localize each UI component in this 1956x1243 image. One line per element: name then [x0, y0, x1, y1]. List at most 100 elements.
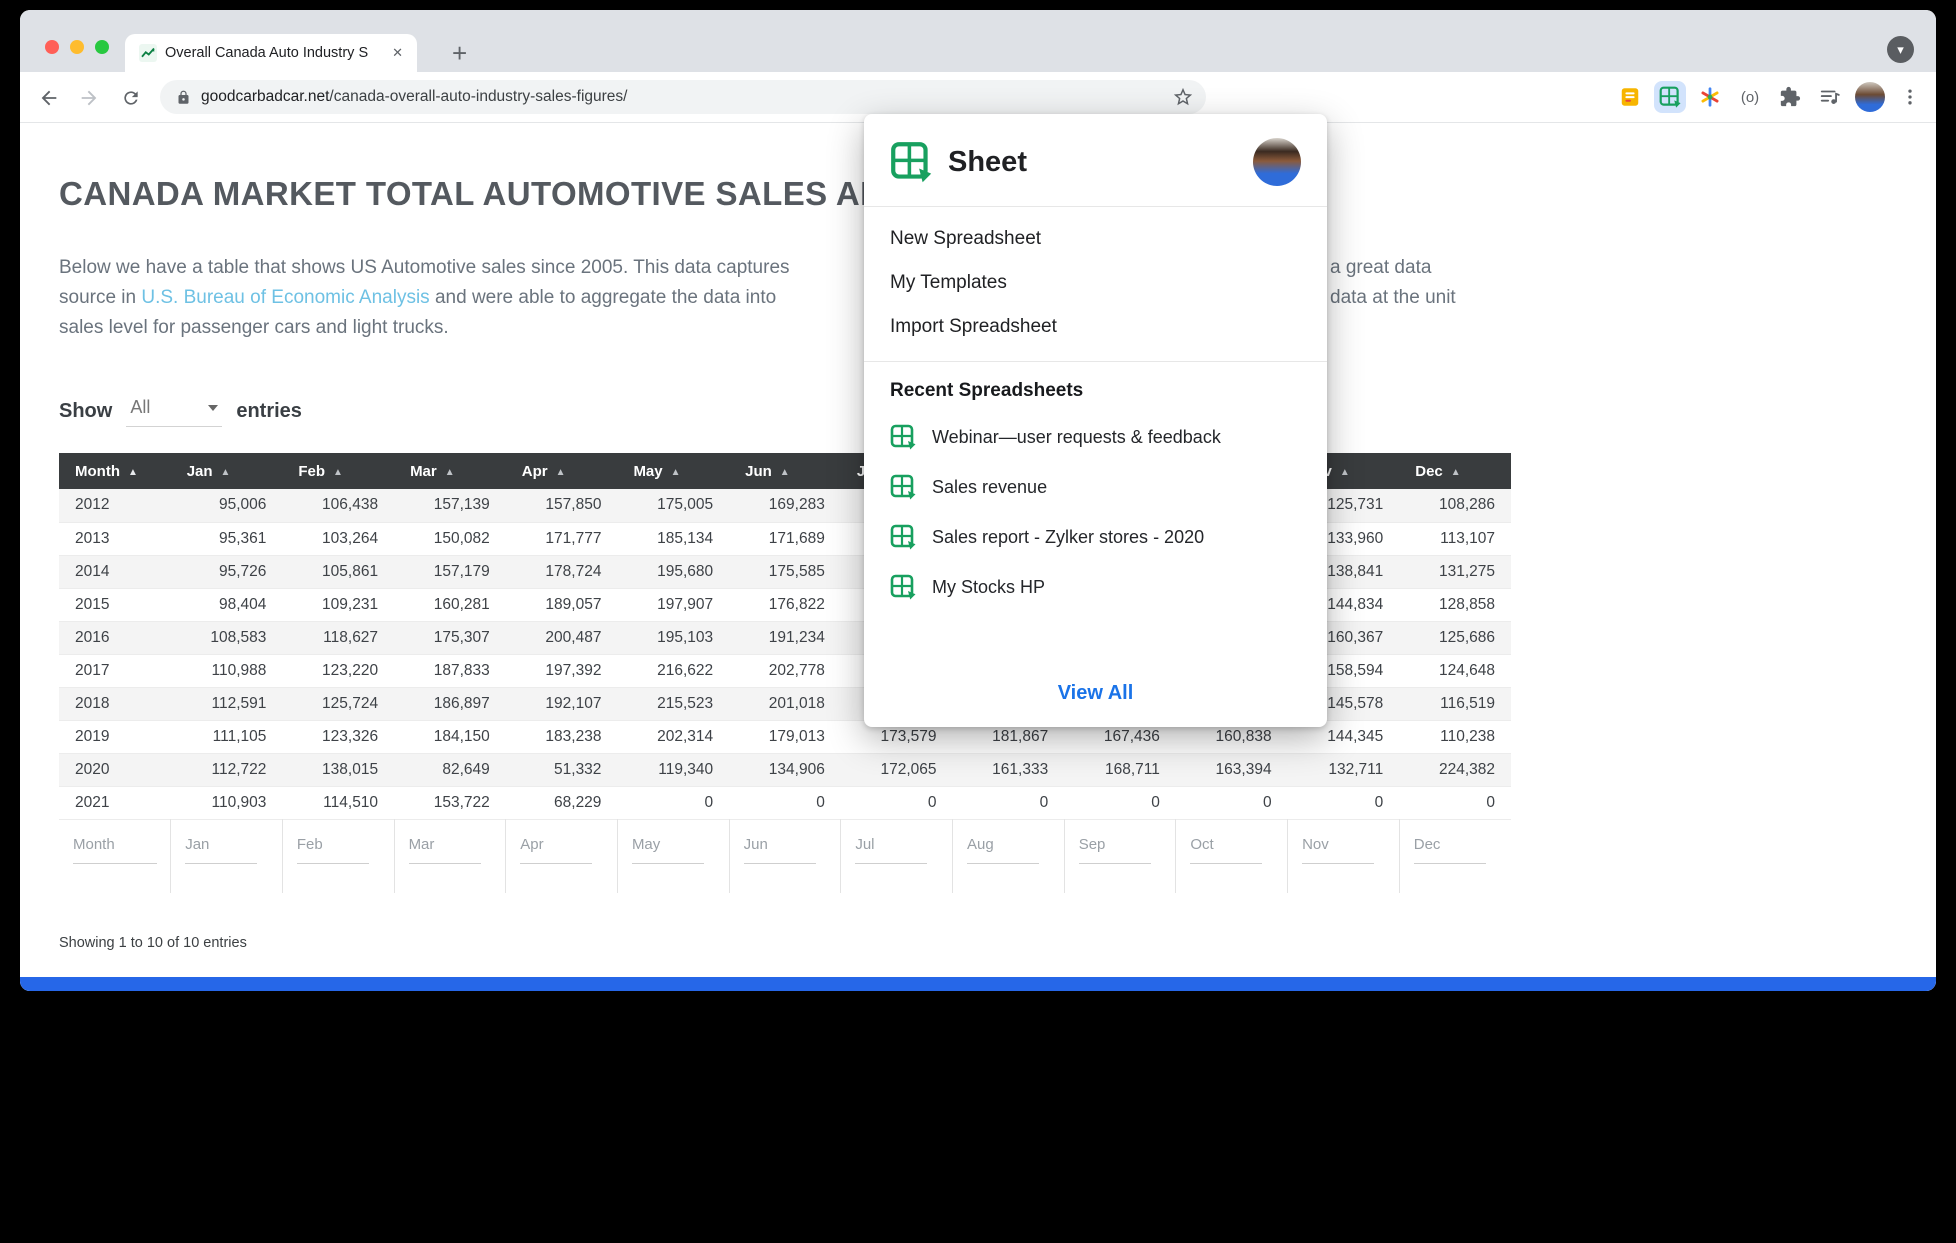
- cell-value: 112,591: [171, 687, 283, 720]
- menu-item-my-templates[interactable]: My Templates: [864, 261, 1327, 305]
- extension-sheet-button[interactable]: [1654, 81, 1686, 113]
- browser-menu-button[interactable]: [1894, 81, 1926, 113]
- zoom-window-button[interactable]: [95, 40, 109, 54]
- sort-asc-icon: ▲: [556, 467, 566, 478]
- filter-input-feb[interactable]: [297, 834, 369, 864]
- filter-cell: [171, 819, 283, 893]
- cell-value: 202,778: [729, 654, 841, 687]
- cell-value: 0: [1176, 786, 1288, 819]
- sort-asc-icon: ▲: [1451, 467, 1461, 478]
- filter-input-oct[interactable]: [1190, 834, 1262, 864]
- sort-asc-icon: ▲: [445, 467, 455, 478]
- browser-tab[interactable]: Overall Canada Auto Industry S ✕: [125, 34, 417, 72]
- menu-item-import-spreadsheet[interactable]: Import Spreadsheet: [864, 305, 1327, 349]
- recent-spreadsheet-item[interactable]: My Stocks HP: [890, 562, 1301, 612]
- filter-cell: [1399, 819, 1511, 893]
- address-bar[interactable]: goodcarbadcar.net/canada-overall-auto-in…: [160, 80, 1206, 114]
- length-select-value: All: [130, 397, 150, 418]
- sheet-file-icon: [890, 524, 916, 550]
- recent-spreadsheet-item[interactable]: Sales revenue: [890, 462, 1301, 512]
- filter-input-jun[interactable]: [744, 834, 816, 864]
- column-header-month[interactable]: Month▲: [59, 453, 171, 489]
- view-all-link[interactable]: View All: [864, 668, 1327, 727]
- cell-value: 110,903: [171, 786, 283, 819]
- cell-value: 200,487: [506, 621, 618, 654]
- cell-value: 216,622: [617, 654, 729, 687]
- cell-value: 187,833: [394, 654, 506, 687]
- filter-input-aug[interactable]: [967, 834, 1039, 864]
- bookmark-star-button[interactable]: [1172, 86, 1194, 113]
- cell-value: 0: [1288, 786, 1400, 819]
- recent-spreadsheets-list: Webinar—user requests & feedbackSales re…: [890, 412, 1301, 612]
- media-playlist-button[interactable]: [1814, 81, 1846, 113]
- filter-input-may[interactable]: [632, 834, 704, 864]
- column-header-jan[interactable]: Jan▲: [171, 453, 283, 489]
- filter-input-sep[interactable]: [1079, 834, 1151, 864]
- url-domain: goodcarbadcar.net: [201, 88, 329, 105]
- column-header-feb[interactable]: Feb▲: [282, 453, 394, 489]
- cell-value: 157,850: [506, 489, 618, 522]
- paragraph-text: sales level for passenger cars and light…: [59, 317, 449, 338]
- filter-input-jan[interactable]: [185, 834, 257, 864]
- browser-window: Overall Canada Auto Industry S ✕ + ▾ goo…: [20, 10, 1936, 991]
- cell-value: 168,711: [1064, 753, 1176, 786]
- cell-value: 125,724: [282, 687, 394, 720]
- cell-month: 2018: [59, 687, 171, 720]
- paragraph-text: Below we have a table that shows US Auto…: [59, 257, 790, 278]
- cell-value: 185,134: [617, 522, 729, 555]
- lock-icon[interactable]: [176, 90, 191, 105]
- chevron-down-icon: [208, 405, 218, 411]
- entries-length-select[interactable]: All: [126, 395, 222, 427]
- cell-value: 172,065: [841, 753, 953, 786]
- paragraph-text: and were able to aggregate the data into: [430, 287, 776, 308]
- recent-spreadsheet-label: Sales report - Zylker stores - 2020: [932, 527, 1204, 548]
- close-window-button[interactable]: [45, 40, 59, 54]
- filter-input-nov[interactable]: [1302, 834, 1374, 864]
- cell-month: 2017: [59, 654, 171, 687]
- filter-input-mar[interactable]: [409, 834, 481, 864]
- cell-value: 110,238: [1399, 720, 1511, 753]
- new-tab-button[interactable]: +: [452, 36, 467, 70]
- extension-asterisk-button[interactable]: [1694, 81, 1726, 113]
- profile-button[interactable]: [1854, 81, 1886, 113]
- tab-search-button[interactable]: ▾: [1887, 36, 1914, 63]
- menu-item-new-spreadsheet[interactable]: New Spreadsheet: [864, 217, 1327, 261]
- cell-value: 195,103: [617, 621, 729, 654]
- cell-value: 0: [953, 786, 1065, 819]
- sheet-icon: [1659, 86, 1681, 108]
- filter-input-month[interactable]: [73, 834, 157, 864]
- filter-input-jul[interactable]: [855, 834, 927, 864]
- column-header-dec[interactable]: Dec ▲: [1399, 453, 1511, 489]
- extensions-menu-button[interactable]: [1774, 81, 1806, 113]
- profile-avatar[interactable]: [1253, 138, 1301, 186]
- extensions-row: (o): [1614, 81, 1926, 113]
- cell-value: 150,082: [394, 522, 506, 555]
- extension-target-button[interactable]: (o): [1734, 81, 1766, 113]
- filter-input-dec[interactable]: [1414, 834, 1486, 864]
- cell-month: 2019: [59, 720, 171, 753]
- column-header-apr[interactable]: Apr▲: [506, 453, 618, 489]
- column-header-mar[interactable]: Mar▲: [394, 453, 506, 489]
- popup-header: Sheet: [864, 114, 1327, 206]
- forward-button[interactable]: [76, 85, 102, 111]
- column-header-jun[interactable]: Jun▲: [729, 453, 841, 489]
- sheet-extension-popup: Sheet New SpreadsheetMy TemplatesImport …: [864, 114, 1327, 727]
- paragraph-text: source in: [59, 287, 141, 308]
- tab-close-icon[interactable]: ✕: [388, 43, 407, 63]
- extension-notes-button[interactable]: [1614, 81, 1646, 113]
- filter-input-apr[interactable]: [520, 834, 592, 864]
- column-label: Dec: [1415, 463, 1443, 480]
- minimize-window-button[interactable]: [70, 40, 84, 54]
- column-header-may[interactable]: May▲: [617, 453, 729, 489]
- recent-spreadsheet-item[interactable]: Sales report - Zylker stores - 2020: [890, 512, 1301, 562]
- bea-link[interactable]: U.S. Bureau of Economic Analysis: [141, 287, 429, 308]
- chevron-down-icon: ▾: [1897, 42, 1904, 58]
- paragraph-text: data at the unit: [1330, 283, 1456, 313]
- reload-button[interactable]: [118, 85, 144, 111]
- cell-value: 131,275: [1399, 555, 1511, 588]
- cell-value: 95,006: [171, 489, 283, 522]
- page-footer-bar: [20, 977, 1936, 991]
- recent-spreadsheet-item[interactable]: Webinar—user requests & feedback: [890, 412, 1301, 462]
- cell-value: 183,238: [506, 720, 618, 753]
- back-button[interactable]: [36, 85, 62, 111]
